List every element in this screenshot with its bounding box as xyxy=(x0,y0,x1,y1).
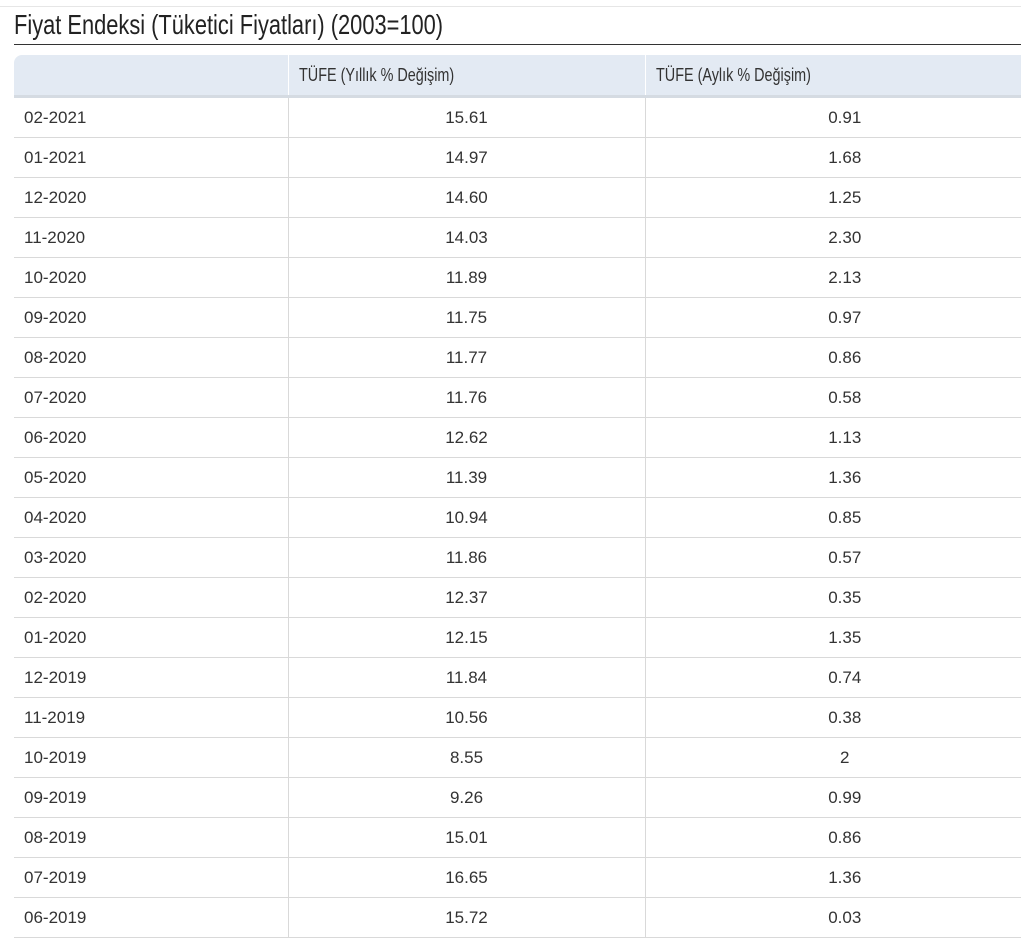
annual-change-cell: 12.62 xyxy=(288,417,646,458)
date-cell: 09-2019 xyxy=(14,777,289,818)
annual-change-cell: 16.65 xyxy=(288,857,646,898)
annual-change-cell: 11.89 xyxy=(288,257,646,298)
monthly-change-cell: 1.13 xyxy=(645,417,1021,458)
annual-change-cell: 11.76 xyxy=(288,377,646,418)
page-title: Fiyat Endeksi (Tüketici Fiyatları) (2003… xyxy=(14,9,444,40)
annual-change-cell: 15.01 xyxy=(288,817,646,858)
date-cell: 10-2019 xyxy=(14,737,289,778)
header-monthly-change: TÜFE (Aylık % Değişim) xyxy=(645,55,1021,98)
table-row: 01-2020 12.15 1.35 xyxy=(14,617,1021,658)
table-header-row: TÜFE (Yıllık % Değişim) TÜFE (Aylık % De… xyxy=(14,55,1021,98)
annual-change-cell: 10.56 xyxy=(288,697,646,738)
title-underline xyxy=(14,44,1021,45)
monthly-change-cell: 0.91 xyxy=(645,96,1021,138)
table-row: 09-2020 11.75 0.97 xyxy=(14,297,1021,338)
date-cell: 01-2020 xyxy=(14,617,289,658)
date-cell: 02-2021 xyxy=(14,96,289,138)
date-cell: 03-2020 xyxy=(14,537,289,578)
table-row: 08-2019 15.01 0.86 xyxy=(14,817,1021,858)
annual-change-cell: 9.26 xyxy=(288,777,646,818)
monthly-change-cell: 2 xyxy=(645,737,1021,778)
monthly-change-cell: 1.36 xyxy=(645,457,1021,498)
date-cell: 07-2019 xyxy=(14,857,289,898)
annual-change-cell: 15.61 xyxy=(288,96,646,138)
table-row: 12-2020 14.60 1.25 xyxy=(14,177,1021,218)
monthly-change-cell: 0.58 xyxy=(645,377,1021,418)
header-annual-change: TÜFE (Yıllık % Değişim) xyxy=(288,55,646,98)
table-row: 10-2020 11.89 2.13 xyxy=(14,257,1021,298)
table-row: 12-2019 11.84 0.74 xyxy=(14,657,1021,698)
table-row: 11-2019 10.56 0.38 xyxy=(14,697,1021,738)
table-row: 05-2020 11.39 1.36 xyxy=(14,457,1021,498)
monthly-change-cell: 0.38 xyxy=(645,697,1021,738)
cpi-table: TÜFE (Yıllık % Değişim) TÜFE (Aylık % De… xyxy=(14,55,1021,938)
table-row: 04-2020 10.94 0.85 xyxy=(14,497,1021,538)
date-cell: 12-2019 xyxy=(14,657,289,698)
monthly-change-cell: 0.74 xyxy=(645,657,1021,698)
date-cell: 10-2020 xyxy=(14,257,289,298)
date-cell: 07-2020 xyxy=(14,377,289,418)
monthly-change-cell: 0.99 xyxy=(645,777,1021,818)
monthly-change-cell: 2.13 xyxy=(645,257,1021,298)
date-cell: 09-2020 xyxy=(14,297,289,338)
date-cell: 11-2020 xyxy=(14,217,289,258)
date-cell: 08-2019 xyxy=(14,817,289,858)
monthly-change-cell: 0.86 xyxy=(645,337,1021,378)
monthly-change-cell: 1.36 xyxy=(645,857,1021,898)
monthly-change-cell: 1.35 xyxy=(645,617,1021,658)
monthly-change-cell: 0.97 xyxy=(645,297,1021,338)
table-row: 02-2020 12.37 0.35 xyxy=(14,577,1021,618)
annual-change-cell: 10.94 xyxy=(288,497,646,538)
date-cell: 02-2020 xyxy=(14,577,289,618)
annual-change-cell: 14.97 xyxy=(288,137,646,178)
date-cell: 12-2020 xyxy=(14,177,289,218)
header-date xyxy=(14,55,289,98)
table-row: 06-2020 12.62 1.13 xyxy=(14,417,1021,458)
monthly-change-cell: 0.57 xyxy=(645,537,1021,578)
date-cell: 01-2021 xyxy=(14,137,289,178)
table-row: 01-2021 14.97 1.68 xyxy=(14,137,1021,178)
table-row: 09-2019 9.26 0.99 xyxy=(14,777,1021,818)
table-row: 07-2020 11.76 0.58 xyxy=(14,377,1021,418)
annual-change-cell: 12.15 xyxy=(288,617,646,658)
annual-change-cell: 11.86 xyxy=(288,537,646,578)
date-cell: 06-2020 xyxy=(14,417,289,458)
annual-change-cell: 11.39 xyxy=(288,457,646,498)
annual-change-cell: 11.77 xyxy=(288,337,646,378)
annual-change-cell: 11.75 xyxy=(288,297,646,338)
annual-change-cell: 12.37 xyxy=(288,577,646,618)
table-row: 03-2020 11.86 0.57 xyxy=(14,537,1021,578)
monthly-change-cell: 1.25 xyxy=(645,177,1021,218)
date-cell: 05-2020 xyxy=(14,457,289,498)
annual-change-cell: 11.84 xyxy=(288,657,646,698)
monthly-change-cell: 2.30 xyxy=(645,217,1021,258)
annual-change-cell: 14.03 xyxy=(288,217,646,258)
date-cell: 04-2020 xyxy=(14,497,289,538)
table-row: 11-2020 14.03 2.30 xyxy=(14,217,1021,258)
table-row: 08-2020 11.77 0.86 xyxy=(14,337,1021,378)
monthly-change-cell: 0.35 xyxy=(645,577,1021,618)
annual-change-cell: 14.60 xyxy=(288,177,646,218)
monthly-change-cell: 0.85 xyxy=(645,497,1021,538)
annual-change-cell: 8.55 xyxy=(288,737,646,778)
table-row: 07-2019 16.65 1.36 xyxy=(14,857,1021,898)
monthly-change-cell: 1.68 xyxy=(645,137,1021,178)
top-divider xyxy=(0,6,1021,7)
table-row: 02-2021 15.61 0.91 xyxy=(14,96,1021,138)
date-cell: 11-2019 xyxy=(14,697,289,738)
date-cell: 08-2020 xyxy=(14,337,289,378)
monthly-change-cell: 0.86 xyxy=(645,817,1021,858)
table-row: 10-2019 8.55 2 xyxy=(14,737,1021,778)
